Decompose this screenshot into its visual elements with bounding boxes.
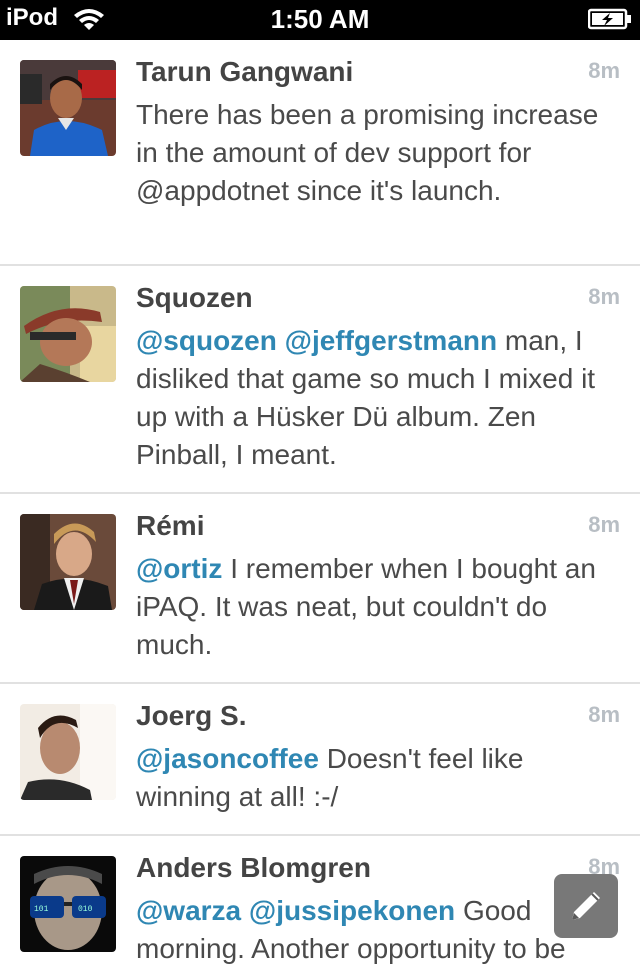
avatar[interactable] xyxy=(20,60,116,156)
tweet-text: @warza @jussipekonen Good morning. Anoth… xyxy=(136,892,606,968)
tweet-row[interactable]: Tarun Gangwani 8m There has been a promi… xyxy=(0,40,640,266)
tweet-text: @jasoncoffee Doesn't feel like winning a… xyxy=(136,740,606,816)
tweet-author: Anders Blomgren xyxy=(136,852,371,883)
svg-text:101: 101 xyxy=(34,905,49,914)
svg-text:010: 010 xyxy=(78,905,93,914)
tweet-text-content: There has been a promising increase in t… xyxy=(136,99,599,206)
tweet-text: There has been a promising increase in t… xyxy=(136,96,606,210)
battery-charging-icon xyxy=(587,8,632,30)
mention-link[interactable]: @ortiz xyxy=(136,553,222,584)
tweet-time: 8m xyxy=(588,702,620,727)
pencil-icon xyxy=(572,892,600,920)
tweet-row[interactable]: Rémi 8m @ortiz I remember when I bought … xyxy=(0,494,640,684)
avatar[interactable] xyxy=(20,514,116,610)
tweet-text: @ortiz I remember when I bought an iPAQ.… xyxy=(136,550,606,664)
tweet-text: @squozen @jeffgerstmann man, I disliked … xyxy=(136,322,606,474)
tweet-row[interactable]: 101 010 Anders Blomgren 8m @warza @jussi… xyxy=(0,836,640,976)
tweet-row[interactable]: Squozen 8m @squozen @jeffgerstmann man, … xyxy=(0,266,640,494)
mention-link[interactable]: @warza xyxy=(136,895,241,926)
compose-button[interactable] xyxy=(554,874,618,938)
tweet-author: Tarun Gangwani xyxy=(136,56,354,87)
tweet-author: Squozen xyxy=(136,282,253,313)
tweet-feed[interactable]: Tarun Gangwani 8m There has been a promi… xyxy=(0,40,640,976)
avatar[interactable]: 101 010 xyxy=(20,856,116,952)
tweet-time: 8m xyxy=(588,512,620,537)
tweet-time: 8m xyxy=(588,284,620,309)
tweet-author: Rémi xyxy=(136,510,205,541)
tweet-time: 8m xyxy=(588,58,620,83)
avatar[interactable] xyxy=(20,704,116,800)
mention-link[interactable]: @jussipekonen xyxy=(249,895,455,926)
mention-link[interactable]: @squozen xyxy=(136,325,277,356)
tweet-row[interactable]: Joerg S. 8m @jasoncoffee Doesn't feel li… xyxy=(0,684,640,836)
mention-link[interactable]: @jeffgerstmann xyxy=(285,325,497,356)
status-bar: iPod 1:50 AM xyxy=(0,0,640,40)
tweet-author: Joerg S. xyxy=(136,700,247,731)
avatar[interactable] xyxy=(20,286,116,382)
mention-link[interactable]: @jasoncoffee xyxy=(136,743,319,774)
clock: 1:50 AM xyxy=(270,4,370,34)
